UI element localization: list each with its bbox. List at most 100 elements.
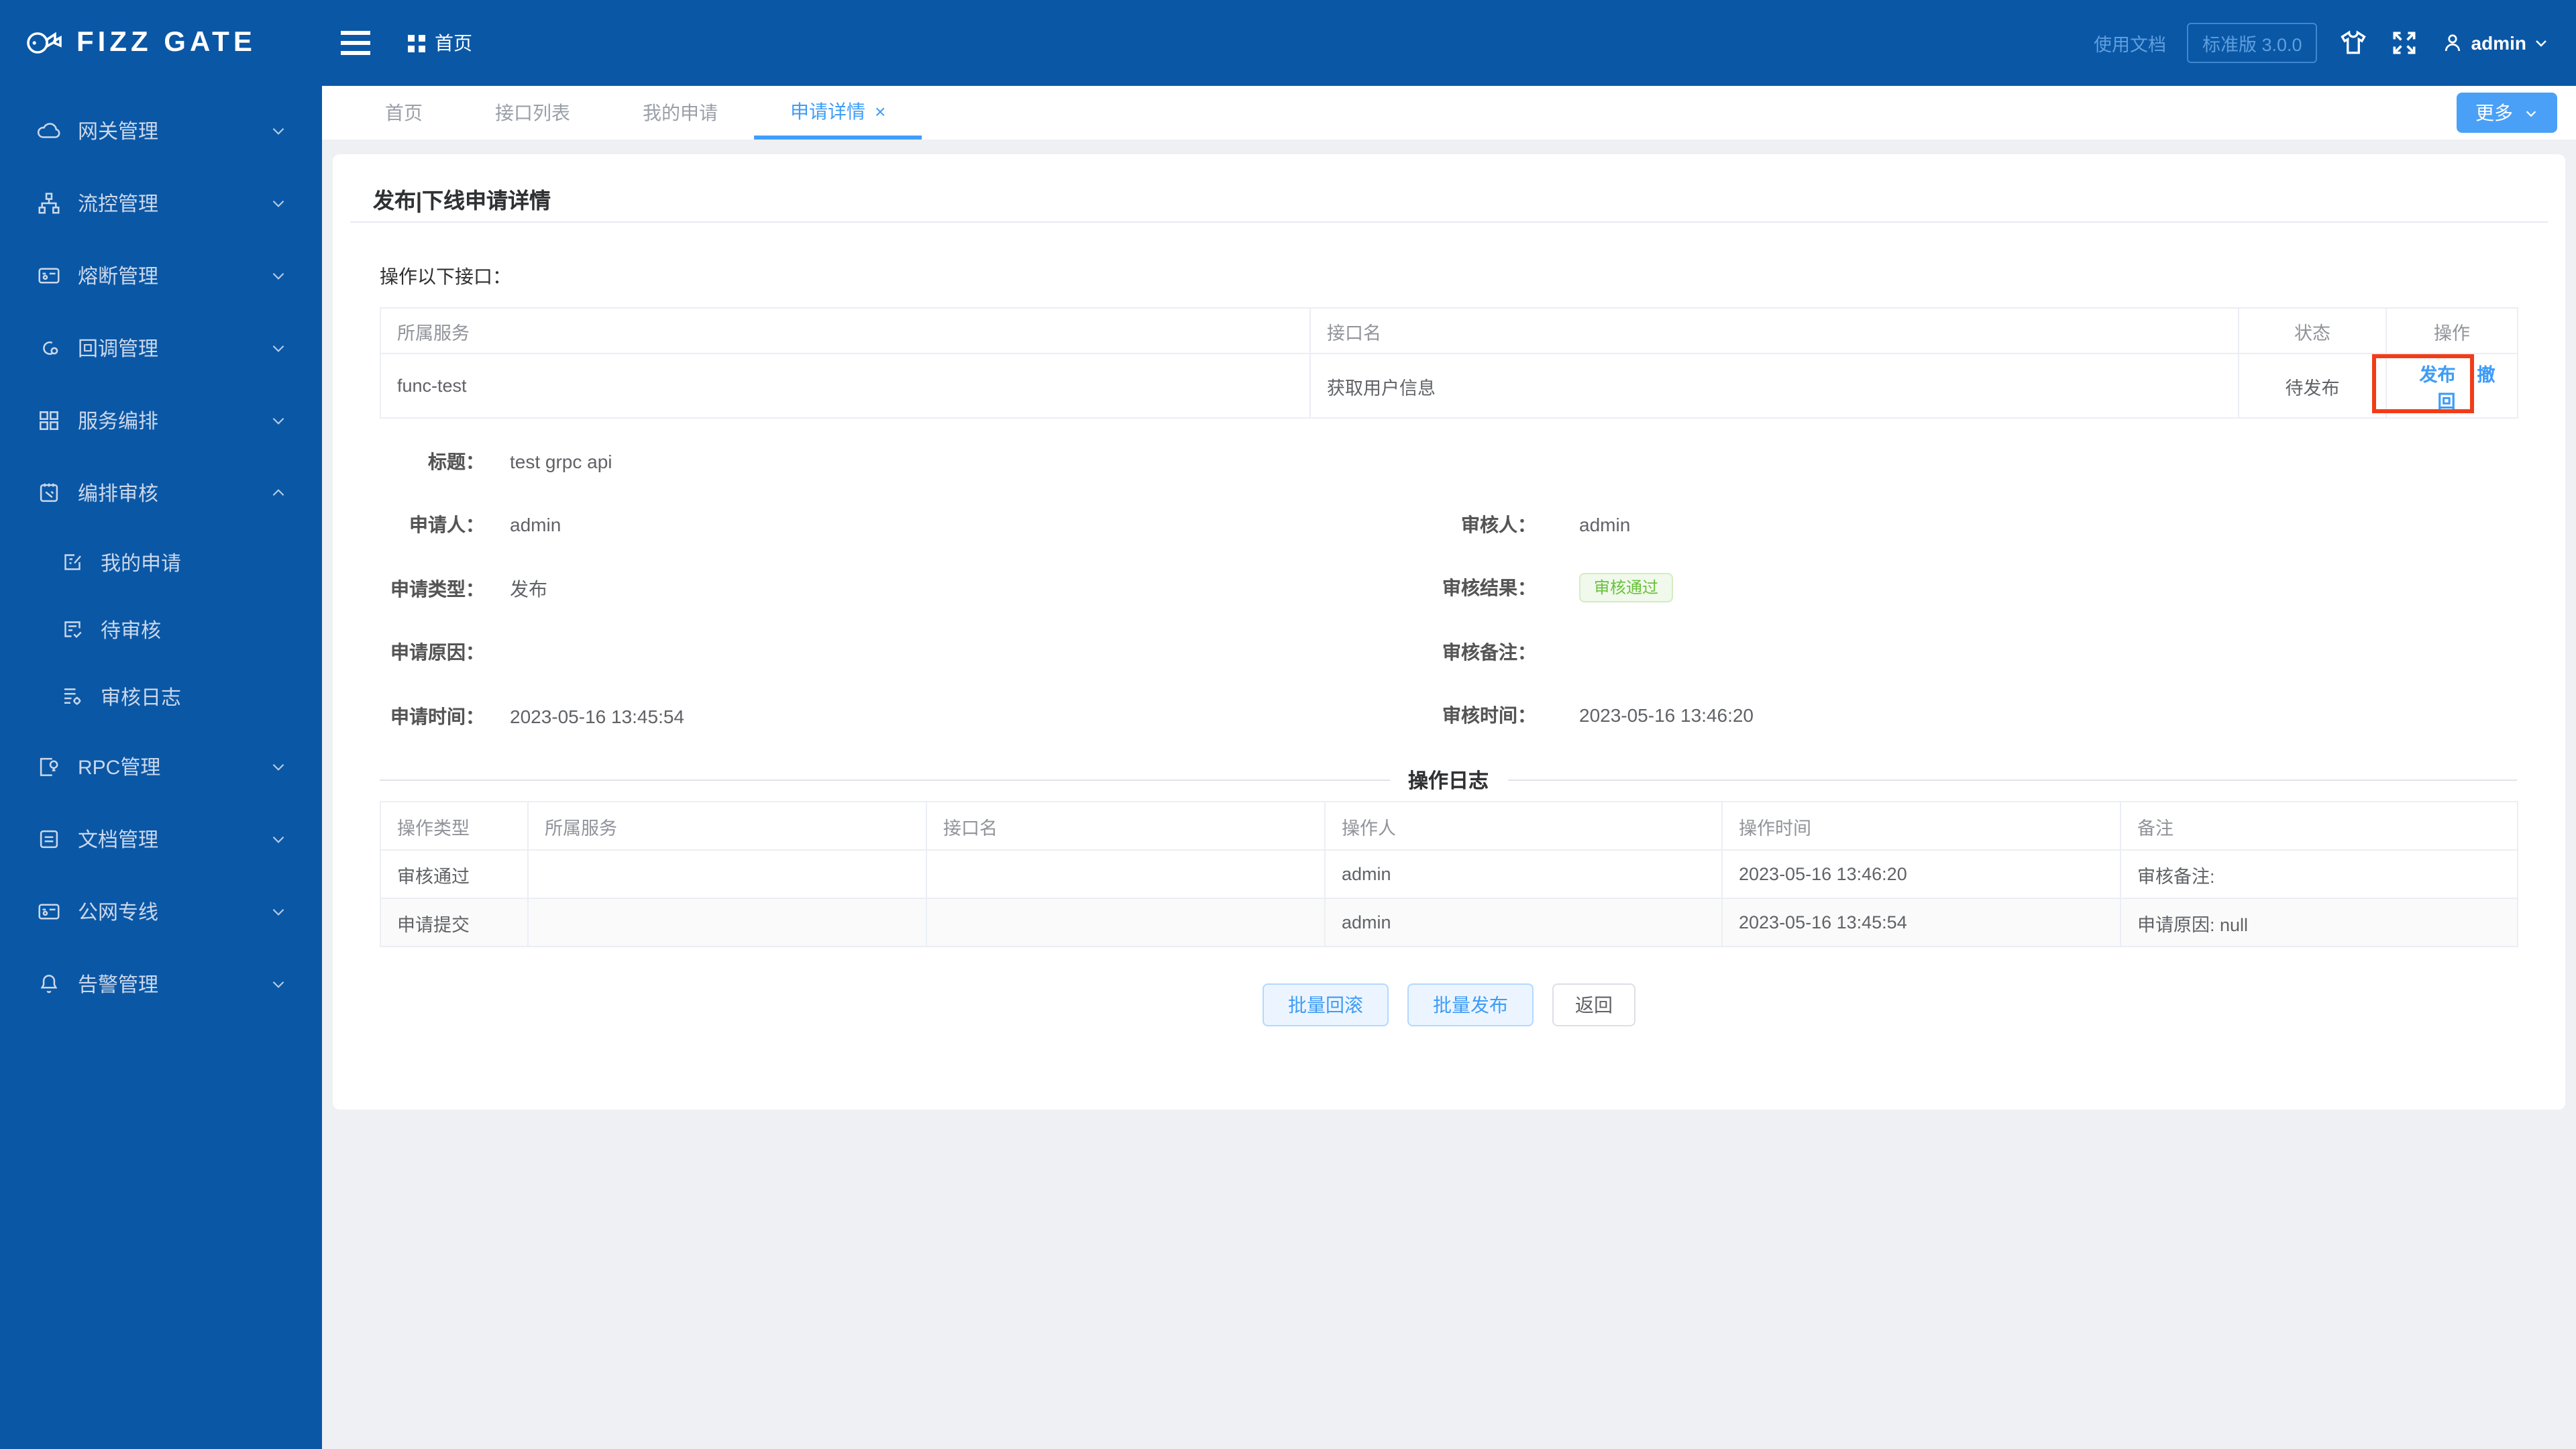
tab-request-detail[interactable]: 申请详情 × xyxy=(754,86,922,140)
operation-log-table: 操作类型 所属服务 接口名 操作人 操作时间 备注 审核通过 admin 202… xyxy=(380,801,2518,947)
more-button-label: 更多 xyxy=(2475,102,2513,123)
sidebar-item-leased-line[interactable]: 公网专线 xyxy=(0,875,322,947)
sitemap-icon xyxy=(36,190,62,215)
review-fields: 审核人： admin 审核结果： 审核通过 审核备注： 审核时间： 2023-0… xyxy=(1342,492,2361,747)
sidebar-nav: 网关管理 流控管理 熔断管理 回调管理 服务编排 编排审核 我的申请 待审核 审… xyxy=(0,86,322,1449)
field-review-time: 审核时间： 2023-05-16 13:46:20 xyxy=(1342,684,2361,747)
field-label: 审核时间： xyxy=(1442,704,1536,727)
sidebar-item-callback[interactable]: 回调管理 xyxy=(0,311,322,384)
api-name-cell: 获取用户信息 xyxy=(1309,353,2239,419)
leased-line-icon xyxy=(36,898,62,924)
batch-publish-button[interactable]: 批量发布 xyxy=(1407,983,1534,1026)
sidebar-item-label: 待审核 xyxy=(101,619,162,642)
op-type-cell: 审核通过 xyxy=(380,849,529,899)
op-type-cell: 申请提交 xyxy=(380,898,529,947)
tab-home[interactable]: 首页 xyxy=(349,86,459,140)
tab-label: 接口列表 xyxy=(495,102,570,123)
doc-bulb-icon xyxy=(36,753,62,779)
field-label: 审核备注： xyxy=(1442,641,1536,663)
chevron-down-icon xyxy=(270,266,287,284)
table-header-row: 操作类型 所属服务 接口名 操作人 操作时间 备注 xyxy=(380,801,2518,851)
callback-cloud-icon xyxy=(36,335,62,360)
sidebar-item-pending-review[interactable]: 待审核 xyxy=(0,596,322,663)
field-label: 审核结果： xyxy=(1442,577,1536,599)
sidebar-item-my-requests[interactable]: 我的申请 xyxy=(0,529,322,596)
fullscreen-icon[interactable] xyxy=(2390,28,2419,58)
tab-label: 申请详情 xyxy=(790,100,865,121)
version-badge: 标准版 3.0.0 xyxy=(2187,23,2317,63)
field-label: 标题： xyxy=(428,450,484,472)
orchestration-audit-submenu: 我的申请 待审核 审核日志 xyxy=(0,529,322,730)
chevron-up-icon xyxy=(270,484,287,501)
log-section-title: 操作日志 xyxy=(1408,769,1489,792)
sidebar-item-alerts[interactable]: 告警管理 xyxy=(0,947,322,1020)
header-actions: 使用文档 标准版 3.0.0 admin xyxy=(2094,23,2576,63)
col-api-name: 接口名 xyxy=(926,801,1326,851)
grid-small-icon xyxy=(408,34,425,52)
sidebar-item-label: 流控管理 xyxy=(78,193,159,215)
field-request-reason: 申请原因： xyxy=(333,621,1326,684)
interface-table: 所属服务 接口名 状态 操作 func-test 获取用户信息 待发布 发布 撤回 xyxy=(380,307,2518,419)
chevron-down-icon xyxy=(2533,35,2549,51)
chevron-down-icon xyxy=(270,757,287,775)
request-detail-card: 发布|下线申请详情 操作以下接口： 所属服务 接口名 状态 操作 func-te… xyxy=(333,154,2565,1110)
field-applicant: 申请人： admin xyxy=(333,493,1326,557)
chevron-down-icon xyxy=(270,902,287,920)
field-title: 标题： test grpc api xyxy=(333,429,1326,493)
field-label: 审核人： xyxy=(1461,513,1536,535)
log-gear-icon xyxy=(60,684,85,708)
sidebar-item-circuit-breaker[interactable]: 熔断管理 xyxy=(0,239,322,311)
field-label: 申请时间： xyxy=(390,705,484,727)
remark-cell: 审核备注: xyxy=(2120,849,2518,899)
status-badge: 审核通过 xyxy=(1579,573,1674,603)
field-label: 申请原因： xyxy=(390,641,484,663)
sidebar-item-label: 公网专线 xyxy=(78,901,159,924)
tab-my-requests[interactable]: 我的申请 xyxy=(606,86,754,140)
col-operator: 操作人 xyxy=(1324,801,1723,851)
sidebar-item-label: 熔断管理 xyxy=(78,265,159,288)
sidebar-item-audit-log[interactable]: 审核日志 xyxy=(0,663,322,730)
service-cell xyxy=(527,849,927,899)
tab-api-list[interactable]: 接口列表 xyxy=(459,86,606,140)
col-service: 所属服务 xyxy=(380,307,1311,354)
theme-tshirt-icon[interactable] xyxy=(2339,28,2368,58)
service-cell: func-test xyxy=(380,353,1311,419)
col-remark: 备注 xyxy=(2120,801,2518,851)
docs-link[interactable]: 使用文档 xyxy=(2094,30,2166,56)
col-api-name: 接口名 xyxy=(1309,307,2239,354)
chevron-down-icon xyxy=(270,830,287,847)
col-status: 状态 xyxy=(2238,307,2387,354)
sidebar-item-label: 我的申请 xyxy=(101,552,182,575)
batch-rollback-button[interactable]: 批量回滚 xyxy=(1263,983,1389,1026)
audit-clipboard-icon xyxy=(36,480,62,505)
request-fields: 标题： test grpc api 申请人： admin 申请类型： 发布 申请… xyxy=(333,429,1326,748)
home-shortcut-label: 首页 xyxy=(435,32,472,54)
sidebar-item-flow-control[interactable]: 流控管理 xyxy=(0,166,322,239)
field-request-time: 申请时间： 2023-05-16 13:45:54 xyxy=(333,684,1326,748)
user-menu[interactable]: admin xyxy=(2440,31,2549,55)
sidebar-item-label: RPC管理 xyxy=(78,756,161,779)
sidebar-item-orchestration-audit[interactable]: 编排审核 xyxy=(0,456,322,529)
fish-logo-icon xyxy=(24,25,64,60)
bell-icon xyxy=(36,971,62,996)
api-name-cell xyxy=(926,898,1326,947)
sidebar-item-gateway[interactable]: 网关管理 xyxy=(0,94,322,166)
col-op-type: 操作类型 xyxy=(380,801,529,851)
divider-line xyxy=(380,779,1389,780)
sidebar-item-rpc[interactable]: RPC管理 xyxy=(0,730,322,802)
more-button[interactable]: 更多 xyxy=(2457,93,2557,133)
back-button[interactable]: 返回 xyxy=(1552,983,1635,1026)
op-time-cell: 2023-05-16 13:46:20 xyxy=(1721,849,2121,899)
home-shortcut[interactable]: 首页 xyxy=(408,30,472,56)
sidebar-item-service-orchestration[interactable]: 服务编排 xyxy=(0,384,322,456)
sidebar-item-docs[interactable]: 文档管理 xyxy=(0,802,322,875)
footer-actions: 批量回滚 批量发布 返回 xyxy=(333,983,2565,1026)
doc-edit-icon xyxy=(60,550,85,574)
doc-check-icon xyxy=(60,617,85,641)
sidebar-collapse-button[interactable] xyxy=(341,31,370,55)
brand-logo: FIZZ GATE xyxy=(0,25,322,60)
close-icon[interactable]: × xyxy=(875,101,885,120)
chevron-down-icon xyxy=(270,339,287,356)
field-label: 申请人： xyxy=(409,514,484,536)
app-window: FIZZ GATE 首页 使用文档 标准版 3.0.0 admin 网关管理 流… xyxy=(0,0,2576,1449)
